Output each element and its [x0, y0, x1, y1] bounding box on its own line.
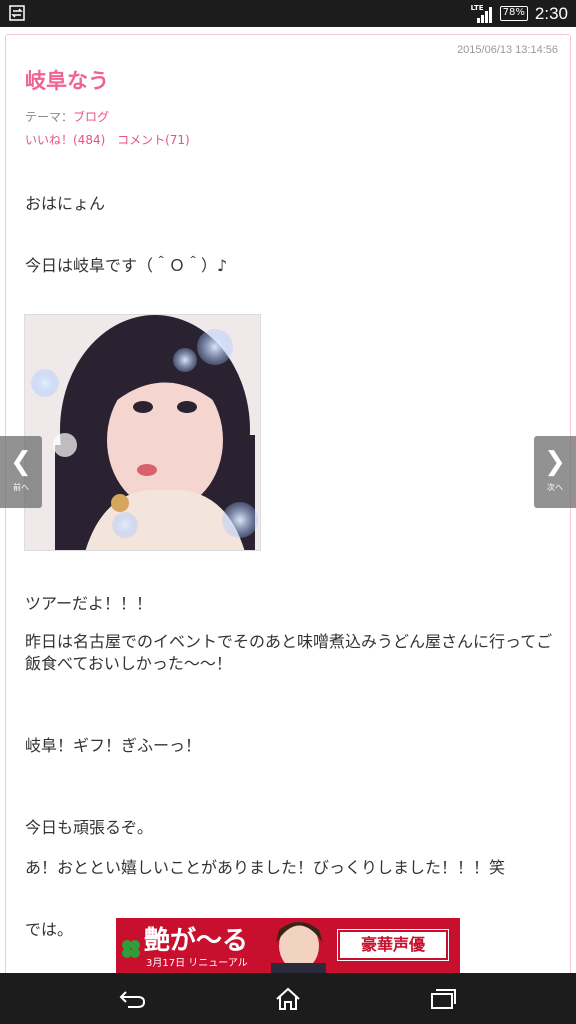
blog-page[interactable]: 2015/06/13 13:14:56 岐阜なう テーマ：ブログ いいね！(48…: [0, 27, 576, 973]
clover-icon: [122, 940, 140, 958]
home-icon[interactable]: [273, 987, 303, 1011]
theme-link[interactable]: ブログ: [73, 110, 109, 124]
paragraph: 岐阜！ギフ！ぎふーっ！: [25, 736, 202, 755]
chevron-right-icon: ❯: [544, 447, 566, 477]
paragraph: 今日は岐阜です（＾Ｏ＾）♪: [25, 256, 228, 275]
paragraph: ツアーだよ！！！: [25, 594, 153, 613]
ad-title: 艶が〜る: [144, 926, 249, 956]
status-bar: LTE 78% 2:30: [0, 0, 576, 27]
chevron-left-icon: ❮: [10, 447, 32, 477]
ad-date: 3月17日 リニューアル: [146, 958, 248, 969]
clock: 2:30: [534, 3, 568, 23]
system-nav-bar: [0, 973, 576, 1024]
signal-icon: LTE: [471, 4, 493, 23]
battery-icon: 78%: [499, 6, 528, 21]
transfer-icon: [9, 5, 25, 21]
paragraph: 今日も頑張るぞ。: [25, 818, 154, 837]
back-icon[interactable]: [118, 987, 148, 1011]
ad-banner[interactable]: 艶が〜る 3月17日 リニューアル 豪華声優: [116, 918, 460, 973]
post-photo[interactable]: [24, 314, 261, 551]
article-card: 2015/06/13 13:14:56 岐阜なう テーマ：ブログ いいね！(48…: [5, 34, 571, 973]
prev-post-button[interactable]: ❮ 前へ: [0, 436, 42, 508]
paragraph: あ！おととい嬉しいことがありました！びっくりしました！！！笑: [25, 858, 506, 877]
post-title[interactable]: 岐阜なう: [25, 65, 109, 95]
next-post-button[interactable]: ❯ 次へ: [534, 436, 576, 508]
recent-apps-icon[interactable]: [428, 987, 458, 1011]
comment-link[interactable]: コメント(71): [117, 133, 190, 147]
ad-character-image: [271, 922, 326, 973]
post-timestamp: 2015/06/13 13:14:56: [457, 44, 558, 56]
selfie-image: [25, 315, 260, 550]
prev-label: 前へ: [13, 483, 29, 492]
theme-label: テーマ：: [25, 110, 74, 124]
paragraph: 昨日は名古屋でのイベントでそのあと味噌煮込みうどん屋さんに行ってご飯食べておいし…: [25, 632, 553, 673]
post-theme: テーマ：ブログ: [25, 108, 109, 125]
post-meta: いいね！(484) コメント(71): [25, 131, 198, 148]
battery-level: 78%: [502, 7, 525, 18]
paragraph: おはにょん: [25, 194, 106, 213]
next-label: 次へ: [547, 483, 563, 492]
like-link[interactable]: いいね！(484): [25, 133, 105, 147]
ad-badge: 豪華声優: [337, 929, 449, 961]
